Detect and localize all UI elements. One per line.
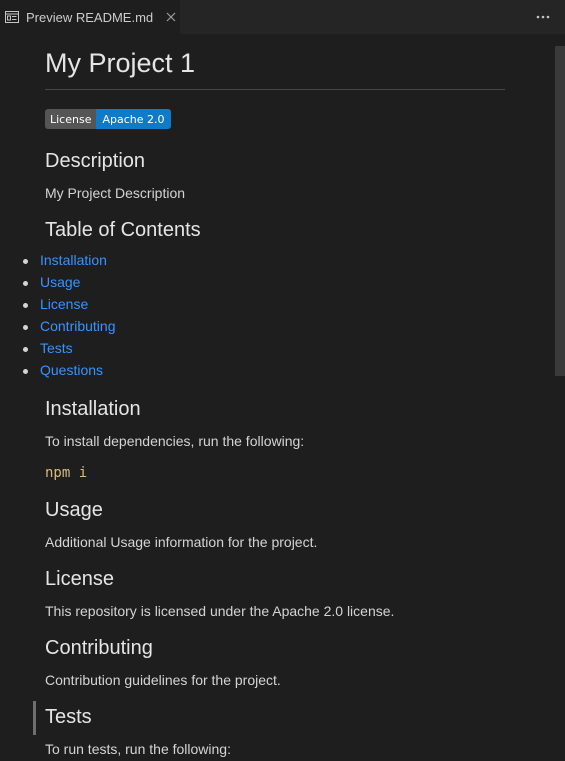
bullet [23,303,28,308]
installation-heading: Installation [45,398,141,420]
badge-label: License [45,109,97,129]
list-item: License [23,296,116,318]
bullet [23,281,28,286]
toc-link-license[interactable]: License [40,296,88,312]
selection-indicator [33,701,36,735]
bullet [23,259,28,264]
ellipsis-icon[interactable] [533,8,553,26]
license-text: This repository is licensed under the Ap… [45,603,395,619]
list-item: Questions [23,362,116,384]
toc-link-installation[interactable]: Installation [40,252,107,268]
toc-link-usage[interactable]: Usage [40,274,80,290]
list-item: Contributing [23,318,116,340]
contributing-heading: Contributing [45,637,153,659]
bullet [23,347,28,352]
toc-heading: Table of Contents [45,219,201,241]
list-item: Installation [23,252,116,274]
badge-value: Apache 2.0 [96,109,171,129]
tab-preview-readme[interactable]: Preview README.md [0,0,180,34]
contributing-text: Contribution guidelines for the project. [45,672,281,688]
description-text: My Project Description [45,185,186,201]
toc-link-questions[interactable]: Questions [40,362,103,378]
tab-label: Preview README.md [26,9,154,25]
installation-text: To install dependencies, run the followi… [45,433,305,449]
scrollbar-thumb[interactable] [555,46,565,376]
title-divider [45,89,505,90]
toc-link-tests[interactable]: Tests [40,340,73,356]
install-code-block: npm i [45,465,88,481]
toc-link-contributing[interactable]: Contributing [40,318,116,334]
close-icon[interactable] [163,9,179,25]
preview-icon [4,9,20,25]
bullet [23,325,28,330]
license-badge[interactable]: License Apache 2.0 [45,109,171,129]
usage-heading: Usage [45,499,103,521]
license-heading: License [45,568,114,590]
description-heading: Description [45,150,146,172]
tests-heading: Tests [45,706,92,728]
bullet [23,369,28,374]
usage-text: Additional Usage information for the pro… [45,534,318,550]
editor-tab-bar: Preview README.md [0,0,565,34]
toc-list: Installation Usage License Contributing … [23,252,116,384]
tests-text: To run tests, run the following: [45,741,231,757]
list-item: Usage [23,274,116,296]
vertical-scrollbar[interactable] [555,34,565,761]
list-item: Tests [23,340,116,362]
markdown-preview[interactable]: My Project 1 License Apache 2.0 Descript… [0,34,555,761]
page-title: My Project 1 [45,48,196,78]
